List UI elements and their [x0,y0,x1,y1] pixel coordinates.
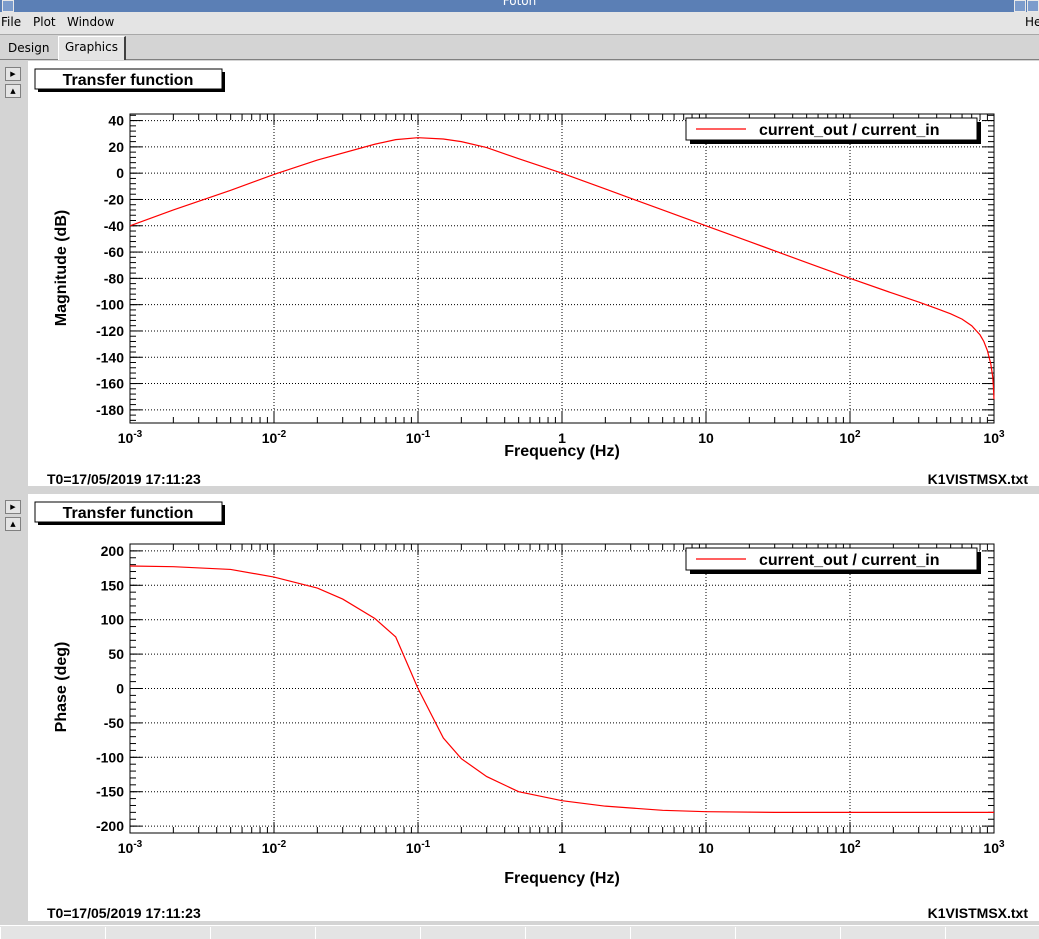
y-tick-label: 0 [116,165,124,181]
y-tick-label: 0 [116,681,124,697]
footer-filename: K1VISTMSX.txt [928,905,1029,921]
button-bar [0,925,1039,939]
legend: current_out / current_in [685,547,981,574]
footer-timestamp: T0=17/05/2019 17:11:23 [47,471,201,487]
window-title-bar: Foton [0,0,1039,12]
bottom-button-7[interactable] [630,927,736,939]
y-tick-label: -80 [104,270,124,286]
pad-2: Transfer function10-3 10-2 10-1 1 10 102 10320… [28,494,1039,921]
legend-entry: current_out / current_in [759,552,939,569]
y-axis-label: Phase (deg) [53,642,70,733]
pad2-expand-arrow-icon[interactable]: ▶ [5,500,21,514]
menu-window[interactable]: Window [67,15,114,29]
y-tick-label: -200 [96,818,124,834]
footer-filename: K1VISTMSX.txt [928,471,1029,487]
menu-bar: File Plot Window He [0,12,1039,35]
pad-1: Transfer function10-3 10-2 10-1 1 10 102 10340… [28,61,1039,487]
x-axis-label: Frequency (Hz) [504,870,620,887]
y-tick-label: 200 [101,543,125,559]
bottom-button-1[interactable] [0,927,106,939]
y-tick-label: -100 [96,749,124,765]
menu-plot[interactable]: Plot [33,15,56,29]
y-tick-label: 100 [101,612,125,628]
pad1-collapse-arrow-icon[interactable]: ▲ [5,84,21,98]
legend-entry: current_out / current_in [759,122,939,139]
bottom-button-5[interactable] [420,927,526,939]
minimize-button[interactable] [1014,0,1026,12]
y-tick-label: -180 [96,402,124,418]
chart-title: Transfer function [63,505,194,522]
bottom-button-10[interactable] [945,927,1039,939]
x-tick-label: 10 [698,840,714,856]
y-tick-label: -40 [104,218,124,234]
y-tick-label: -20 [104,191,124,207]
bottom-button-6[interactable] [525,927,631,939]
bottom-button-2[interactable] [105,927,211,939]
y-axis-label: Magnitude (dB) [53,210,70,326]
window-menu-button[interactable] [2,0,14,12]
y-tick-label: 20 [108,139,124,155]
y-tick-label: -120 [96,323,124,339]
bottom-button-4[interactable] [315,927,421,939]
chart-title: Transfer function [63,72,194,89]
title-box: Transfer function [34,501,225,525]
pad1-expand-arrow-icon[interactable]: ▶ [5,67,21,81]
plot-area: Transfer function10-3 10-2 10-1 1 10 102 10340… [28,61,1039,921]
tab-bar: Design Graphics [0,35,1039,60]
tab-design[interactable]: Design [2,39,55,58]
y-tick-label: -160 [96,376,124,392]
y-tick-label: -50 [104,715,124,731]
tab-graphics[interactable]: Graphics [58,36,126,60]
close-button[interactable] [1027,0,1039,12]
y-tick-label: -140 [96,349,124,365]
legend: current_out / current_in [685,117,981,144]
y-tick-label: 150 [101,577,125,593]
menu-file[interactable]: File [1,15,21,29]
y-tick-label: -150 [96,784,124,800]
title-box: Transfer function [34,68,225,92]
bottom-button-8[interactable] [735,927,841,939]
window-title: Foton [502,0,537,8]
x-axis-label: Frequency (Hz) [504,443,620,460]
menu-help[interactable]: He [1025,15,1039,29]
y-tick-label: -100 [96,297,124,313]
pad2-collapse-arrow-icon[interactable]: ▲ [5,517,21,531]
y-tick-label: 40 [108,113,124,129]
x-tick-label: 10 [698,430,714,446]
footer-timestamp: T0=17/05/2019 17:11:23 [47,905,201,921]
y-tick-label: 50 [108,646,124,662]
bottom-button-3[interactable] [210,927,316,939]
y-tick-label: -60 [104,244,124,260]
bottom-button-9[interactable] [840,927,946,939]
x-tick-label: 1 [558,840,566,856]
